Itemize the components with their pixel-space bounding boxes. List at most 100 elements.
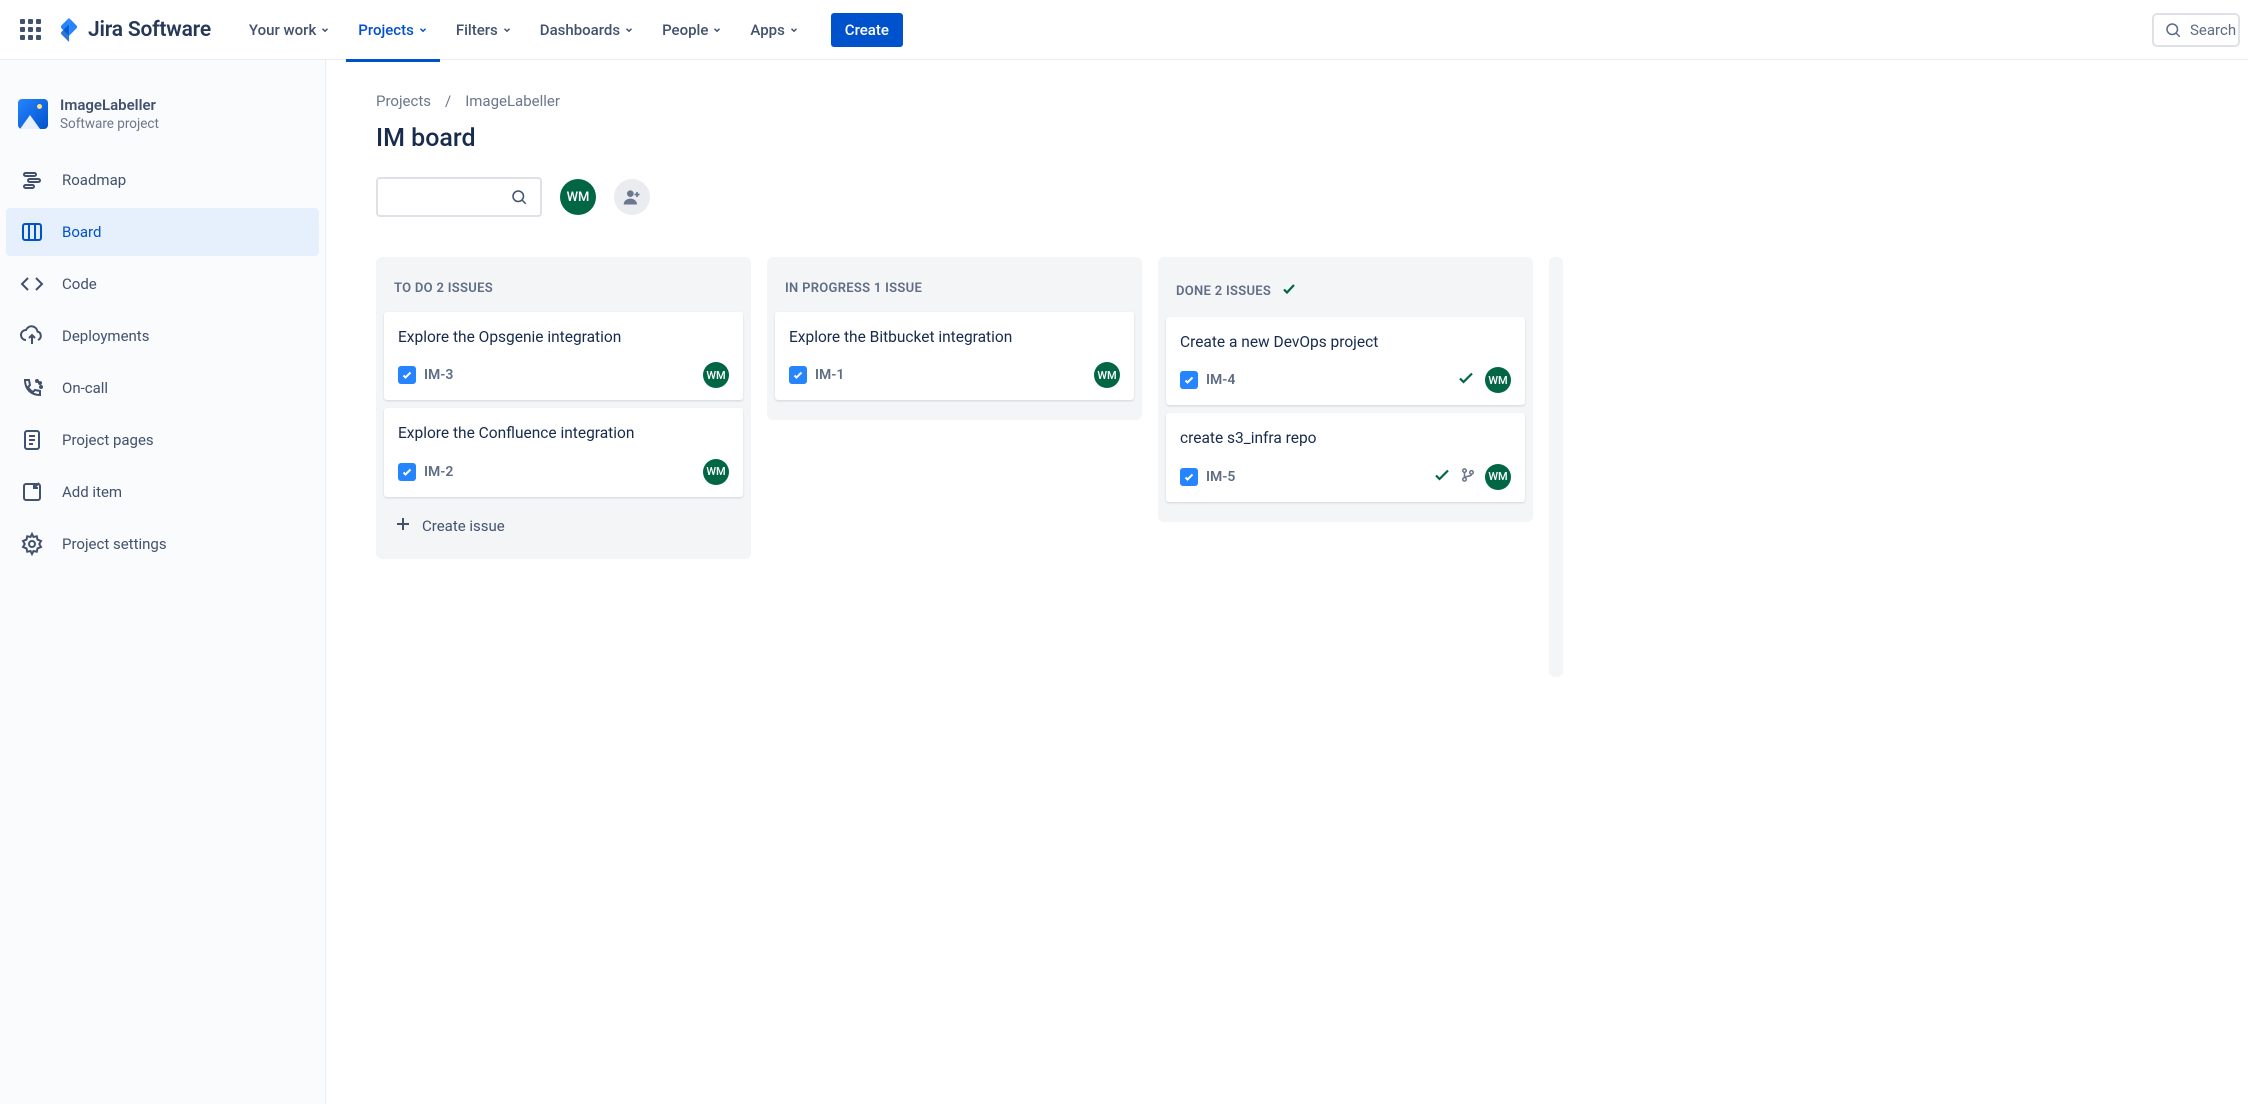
deployments-icon bbox=[20, 324, 44, 348]
issue-card[interactable]: Explore the Confluence integrationIM-2WM bbox=[384, 408, 743, 496]
nav-item-projects[interactable]: Projects bbox=[344, 15, 442, 45]
column-to-do: TO DO 2 ISSUES Explore the Opsgenie integ… bbox=[376, 257, 751, 559]
add-person-icon bbox=[622, 187, 642, 207]
nav-item-filters[interactable]: Filters bbox=[442, 15, 526, 45]
done-check-icon bbox=[1457, 369, 1475, 391]
jira-logo[interactable]: Jira Software bbox=[56, 17, 211, 43]
done-check-icon bbox=[1433, 466, 1451, 488]
issue-card[interactable]: Explore the Opsgenie integration IM-3 WM bbox=[384, 312, 743, 400]
column-title: TO DO 2 ISSUES bbox=[394, 281, 493, 296]
search-placeholder: Search bbox=[2190, 21, 2236, 39]
add-icon bbox=[20, 480, 44, 504]
assignee-avatar[interactable]: WM bbox=[1094, 362, 1120, 388]
done-column-check-icon bbox=[1281, 281, 1297, 301]
sidebar-item-label: Add item bbox=[62, 483, 122, 501]
page-title: IM board bbox=[376, 124, 2248, 153]
nav-item-dashboards[interactable]: Dashboards bbox=[526, 15, 648, 45]
create-issue-label: Create issue bbox=[422, 517, 505, 535]
roadmap-icon bbox=[20, 168, 44, 192]
column-header[interactable]: TO DO 2 ISSUES bbox=[384, 273, 743, 312]
board-icon bbox=[20, 220, 44, 244]
breadcrumb-project[interactable]: ImageLabeller bbox=[465, 92, 560, 110]
column-done: DONE 2 ISSUES Create a new DevOps project… bbox=[1158, 257, 1533, 522]
breadcrumb: Projects / ImageLabeller bbox=[376, 92, 2248, 110]
column-title: IN PROGRESS 1 ISSUE bbox=[785, 281, 922, 296]
sidebar-item-label: Project pages bbox=[62, 431, 154, 449]
board-controls: WM bbox=[376, 177, 2248, 217]
task-type-icon bbox=[398, 463, 416, 481]
sidebar-item-label: Roadmap bbox=[62, 171, 126, 189]
column-title: DONE 2 ISSUES bbox=[1176, 284, 1271, 299]
sidebar-item-board[interactable]: Board bbox=[6, 208, 319, 256]
column-in-progress: IN PROGRESS 1 ISSUE Explore the Bitbucket… bbox=[767, 257, 1142, 420]
task-type-icon bbox=[398, 366, 416, 384]
plus-icon bbox=[394, 515, 412, 537]
project-name: ImageLabeller bbox=[60, 96, 159, 114]
issue-key: IM-3 bbox=[424, 367, 453, 383]
kanban-board: TO DO 2 ISSUES Explore the Opsgenie integ… bbox=[376, 257, 2248, 677]
sidebar-item-label: Board bbox=[62, 223, 101, 241]
issue-card[interactable]: Create a new DevOps project IM-4 WM bbox=[1166, 317, 1525, 405]
sidebar-item-project-settings[interactable]: Project settings bbox=[6, 520, 319, 568]
assignee-avatar[interactable]: WM bbox=[1485, 367, 1511, 393]
nav-item-your-work[interactable]: Your work bbox=[235, 15, 344, 45]
nav-items: Your work Projects Filters Dashboards People… bbox=[235, 15, 813, 45]
nav-item-label: Apps bbox=[750, 21, 784, 39]
column-header[interactable]: IN PROGRESS 1 ISSUE bbox=[775, 273, 1134, 312]
sidebar-item-add-item[interactable]: Add item bbox=[6, 468, 319, 516]
issue-title: Explore the Bitbucket integration bbox=[789, 326, 1120, 348]
create-button[interactable]: Create bbox=[831, 13, 903, 47]
sidebar-item-code[interactable]: Code bbox=[6, 260, 319, 308]
nav-item-label: Projects bbox=[358, 21, 414, 39]
sidebar-item-project-pages[interactable]: Project pages bbox=[6, 416, 319, 464]
sidebar: ImageLabeller Software project Roadmap Bo… bbox=[0, 60, 326, 1104]
assignee-avatar[interactable]: WM bbox=[703, 362, 729, 388]
create-issue-button[interactable]: Create issue bbox=[384, 505, 743, 547]
issue-key: IM-4 bbox=[1206, 372, 1235, 388]
nav-item-label: Dashboards bbox=[540, 21, 620, 39]
nav-item-people[interactable]: People bbox=[648, 15, 736, 45]
task-type-icon bbox=[789, 366, 807, 384]
assignee-avatar[interactable]: WM bbox=[1485, 464, 1511, 490]
search-icon bbox=[510, 188, 528, 206]
branch-icon bbox=[1461, 467, 1475, 486]
jira-logo-icon bbox=[56, 17, 82, 43]
nav-item-label: People bbox=[662, 21, 708, 39]
sidebar-item-label: On-call bbox=[62, 379, 108, 397]
nav-item-apps[interactable]: Apps bbox=[736, 15, 812, 45]
user-avatar[interactable]: WM bbox=[560, 179, 596, 215]
breadcrumb-separator: / bbox=[445, 92, 451, 110]
sidebar-item-label: Code bbox=[62, 275, 97, 293]
sidebar-nav: Roadmap Board Code Deployments On-call Projec… bbox=[0, 156, 325, 568]
issue-card[interactable]: Explore the Bitbucket integration IM-1 WM bbox=[775, 312, 1134, 400]
sidebar-item-label: Deployments bbox=[62, 327, 149, 345]
top-navigation: Jira Software Your work Projects Filters Da… bbox=[0, 0, 2248, 60]
sidebar-item-roadmap[interactable]: Roadmap bbox=[6, 156, 319, 204]
add-people-button[interactable] bbox=[614, 179, 650, 215]
column-header[interactable]: DONE 2 ISSUES bbox=[1166, 273, 1525, 317]
assignee-avatar[interactable]: WM bbox=[703, 459, 729, 485]
sidebar-item-on-call[interactable]: On-call bbox=[6, 364, 319, 412]
jira-logo-text: Jira Software bbox=[88, 18, 211, 42]
issue-key: IM-1 bbox=[815, 367, 844, 383]
issue-title: Explore the Opsgenie integration bbox=[398, 326, 729, 348]
oncall-icon bbox=[20, 376, 44, 400]
sidebar-item-deployments[interactable]: Deployments bbox=[6, 312, 319, 360]
board-search-input[interactable] bbox=[376, 177, 542, 217]
task-type-icon bbox=[1180, 468, 1198, 486]
issue-card[interactable]: create s3_infra repo IM-5 WM bbox=[1166, 413, 1525, 501]
task-type-icon bbox=[1180, 371, 1198, 389]
project-type: Software project bbox=[60, 116, 159, 132]
breadcrumb-projects[interactable]: Projects bbox=[376, 92, 431, 110]
project-header[interactable]: ImageLabeller Software project bbox=[0, 88, 325, 156]
issue-key: IM-5 bbox=[1206, 469, 1235, 485]
app-switcher-icon[interactable] bbox=[14, 14, 46, 46]
pages-icon bbox=[20, 428, 44, 452]
issue-title: Explore the Confluence integration bbox=[398, 422, 729, 444]
issue-title: Create a new DevOps project bbox=[1180, 331, 1511, 353]
global-search-input[interactable]: Search bbox=[2152, 13, 2240, 47]
issue-title: create s3_infra repo bbox=[1180, 427, 1511, 449]
main-content: Projects / ImageLabeller IM board WM TO … bbox=[326, 60, 2248, 1104]
nav-item-label: Your work bbox=[249, 21, 316, 39]
sidebar-item-label: Project settings bbox=[62, 535, 167, 553]
